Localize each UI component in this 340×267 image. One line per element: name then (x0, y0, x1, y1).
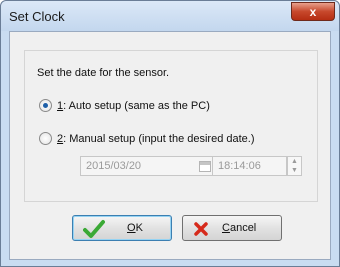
time-field[interactable]: 18:14:06 (212, 156, 287, 176)
radio-auto-setup[interactable]: 1: Auto setup (same as the PC) (39, 99, 210, 112)
close-icon: x (309, 4, 317, 19)
radio-manual-setup-label: 2: Manual setup (input the desired date.… (57, 132, 255, 145)
cancel-button-label: Cancel (222, 222, 257, 234)
radio-manual-setup-circle[interactable] (39, 132, 52, 145)
radio-auto-setup-circle[interactable] (39, 99, 52, 112)
date-picker[interactable]: 2015/03/20 (80, 156, 223, 176)
settings-group: Set the date for the sensor. 1: Auto set… (24, 50, 318, 202)
close-button[interactable]: x (291, 2, 335, 21)
ok-button[interactable]: OK (72, 215, 172, 241)
cancel-button[interactable]: Cancel (182, 215, 282, 241)
spin-up-icon[interactable]: ▲ (288, 157, 301, 166)
window-title: Set Clock (9, 9, 65, 24)
dialog-body: Set the date for the sensor. 1: Auto set… (9, 31, 331, 260)
x-icon (194, 222, 208, 236)
radio-manual-setup[interactable]: 2: Manual setup (input the desired date.… (39, 132, 255, 145)
set-clock-dialog: Set Clock x Set the date for the sensor.… (0, 0, 340, 267)
prompt-text: Set the date for the sensor. (37, 67, 170, 79)
calendar-icon[interactable] (199, 161, 211, 172)
ok-button-label: OK (127, 222, 143, 234)
checkmark-icon (83, 220, 105, 238)
title-bar[interactable]: Set Clock x (1, 1, 339, 31)
spin-down-icon[interactable]: ▼ (288, 166, 301, 175)
time-field-value: 18:14:06 (218, 160, 261, 172)
time-spinner[interactable]: ▲ ▼ (287, 156, 302, 176)
date-field-value: 2015/03/20 (86, 160, 142, 172)
radio-auto-setup-label: 1: Auto setup (same as the PC) (57, 99, 210, 112)
